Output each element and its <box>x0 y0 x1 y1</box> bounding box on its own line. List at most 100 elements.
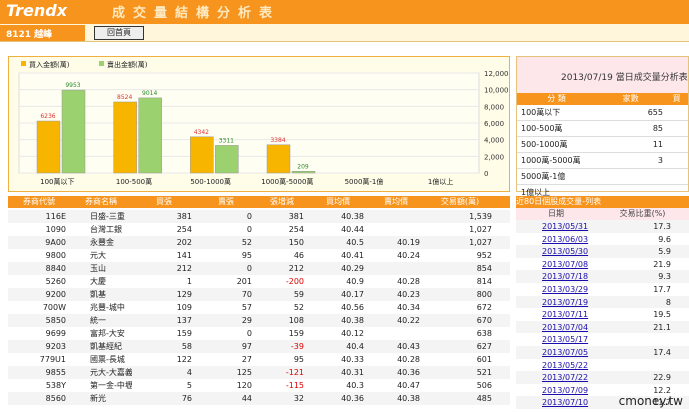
amount: 814 <box>476 277 492 286</box>
broker-code: 9800 <box>45 251 66 260</box>
buy-avg: 40.36 <box>341 394 364 403</box>
side-row-category: 5000萬-1億 <box>521 172 566 181</box>
sell-avg: 40.38 <box>397 394 420 403</box>
date-link[interactable]: 2013/03/29 <box>516 285 596 294</box>
broker-code: 9855 <box>45 368 66 377</box>
legend-label: 賣出金額(萬) <box>107 60 148 69</box>
amount: 952 <box>476 251 492 260</box>
broker-name: 兆豐-城中 <box>90 303 125 312</box>
y-tick-label: 2,000 <box>484 153 504 161</box>
page-title: 成交量結構分析表 <box>112 6 281 21</box>
broker-code: 9699 <box>45 329 66 338</box>
side-col-buy: 買 <box>672 94 681 103</box>
right-row: 2013/05/31 17.3 <box>516 220 689 233</box>
date-link[interactable]: 2013/07/04 <box>516 323 596 332</box>
trade-share: 19.5 <box>653 310 671 320</box>
amount: 485 <box>476 394 492 403</box>
buy-avg: 40.17 <box>341 290 364 299</box>
table-row[interactable]: 9800 元大 141 95 46 40.41 40.24 952 <box>8 249 510 262</box>
broker-code: 9A00 <box>45 238 66 247</box>
table-row[interactable]: 700W 兆豐-城中 109 57 52 40.56 40.34 672 <box>8 301 510 314</box>
date-link[interactable]: 2013/07/09 <box>516 386 596 395</box>
col-header[interactable]: 券商代號 <box>8 196 70 208</box>
table-row[interactable]: 9200 凱基 129 70 59 40.17 40.23 800 <box>8 288 510 301</box>
back-button[interactable]: 回首頁 <box>94 26 144 40</box>
amount: 670 <box>476 316 492 325</box>
side-title: 2013/07/19 當日成交量分析表 <box>517 57 688 93</box>
trade-share: 21.9 <box>653 259 671 269</box>
date-link[interactable]: 2013/07/11 <box>516 310 596 319</box>
col-header[interactable]: 買張 <box>132 196 196 208</box>
right-col-header[interactable]: 日期 <box>516 208 596 220</box>
table-row[interactable]: 9203 凱基經紀 58 97 -39 40.4 40.43 627 <box>8 340 510 353</box>
table-row[interactable]: 9A00 永豐金 202 52 150 40.5 40.19 1,027 <box>8 236 510 249</box>
broker-code: 5850 <box>45 316 66 325</box>
side-row-count: 655 <box>647 108 663 117</box>
sell-avg: 40.28 <box>397 277 420 286</box>
date-link[interactable]: 2013/07/10 <box>516 398 596 407</box>
table-row[interactable]: 9855 元大-大嘉義 4 125 -121 40.31 40.36 521 <box>8 366 510 379</box>
table-row[interactable]: 116E 日盛-三重 381 0 381 40.38 1,539 <box>8 210 510 223</box>
col-header[interactable]: 張增減 <box>256 196 308 208</box>
x-tick-label: 1000萬-5000萬 <box>261 177 313 186</box>
broker-name: 玉山 <box>90 264 106 273</box>
date-link[interactable]: 2013/07/08 <box>516 260 596 269</box>
legend-swatch <box>99 61 104 66</box>
sell-volume: 29 <box>241 316 252 325</box>
buy-volume: 254 <box>176 225 192 234</box>
table-row[interactable]: 8560 新光 76 44 32 40.36 40.38 485 <box>8 392 510 405</box>
broker-code: 116E <box>45 212 66 221</box>
date-link[interactable]: 2013/06/03 <box>516 235 596 244</box>
date-link[interactable]: 2013/05/30 <box>516 247 596 256</box>
col-header[interactable]: 券商名稱 <box>70 196 132 208</box>
sell-volume: 97 <box>241 342 252 351</box>
date-link[interactable]: 2013/07/18 <box>516 272 596 281</box>
broker-code: 8560 <box>45 394 66 403</box>
amount: 1,027 <box>469 238 492 247</box>
bar-value-label: 3384 <box>270 137 285 144</box>
broker-code: 1090 <box>45 225 66 234</box>
date-link[interactable]: 2013/05/31 <box>516 222 596 231</box>
buy-volume: 129 <box>176 290 192 299</box>
date-link[interactable]: 2013/07/05 <box>516 348 596 357</box>
net-change: 212 <box>288 264 304 273</box>
net-change: 95 <box>293 355 304 364</box>
buy-volume: 141 <box>176 251 192 260</box>
table-row[interactable]: 779U1 國票-長城 122 27 95 40.33 40.28 601 <box>8 353 510 366</box>
col-header[interactable]: 交易額(萬) <box>424 196 496 208</box>
watermark: cmoney.tw <box>618 394 683 408</box>
table-row[interactable]: 5850 統一 137 29 108 40.38 40.22 670 <box>8 314 510 327</box>
table-row[interactable]: 538Y 第一金-中壢 5 120 -115 40.3 40.47 506 <box>8 379 510 392</box>
side-row: 1000萬-5000萬 3 <box>517 153 688 169</box>
right-col-header[interactable]: 交易比重(%) <box>596 208 689 220</box>
table-row[interactable]: 5260 大慶 1 201 -200 40.9 40.28 814 <box>8 275 510 288</box>
sell-volume: 0 <box>246 225 252 234</box>
side-row-category: 1000萬-5000萬 <box>521 156 581 165</box>
sell-avg: 40.19 <box>397 238 420 247</box>
amount: 800 <box>476 290 492 299</box>
buy-avg: 40.4 <box>346 342 364 351</box>
table-row[interactable]: 1090 台灣工銀 254 0 254 40.44 1,027 <box>8 223 510 236</box>
trade-share: 5.9 <box>658 247 671 257</box>
sell-volume: 125 <box>236 368 252 377</box>
app-logo[interactable]: Trendx <box>6 1 67 20</box>
col-header[interactable]: 賣均價 <box>368 196 424 208</box>
right-row: 2013/07/05 17.4 <box>516 346 689 359</box>
date-link[interactable]: 2013/05/17 <box>516 335 596 344</box>
date-link[interactable]: 2013/07/22 <box>516 373 596 382</box>
broker-name: 統一 <box>90 316 106 325</box>
x-tick-label: 100萬以下 <box>40 177 74 186</box>
date-link[interactable]: 2013/05/22 <box>516 361 596 370</box>
amount: 854 <box>476 264 492 273</box>
date-link[interactable]: 2013/07/19 <box>516 298 596 307</box>
table-row[interactable]: 8840 玉山 212 0 212 40.29 854 <box>8 262 510 275</box>
side-row: 5000萬-1億 <box>517 169 688 185</box>
col-header[interactable]: 賣張 <box>196 196 256 208</box>
table-row[interactable]: 9699 富邦-大安 159 0 159 40.12 638 <box>8 327 510 340</box>
col-header[interactable]: 買均價 <box>308 196 368 208</box>
sell-avg: 40.22 <box>397 316 420 325</box>
right-row: 2013/07/04 21.1 <box>516 320 689 334</box>
broker-name: 凱基經紀 <box>90 342 122 351</box>
sell-avg: 40.34 <box>397 303 420 312</box>
net-change: 150 <box>288 238 304 247</box>
